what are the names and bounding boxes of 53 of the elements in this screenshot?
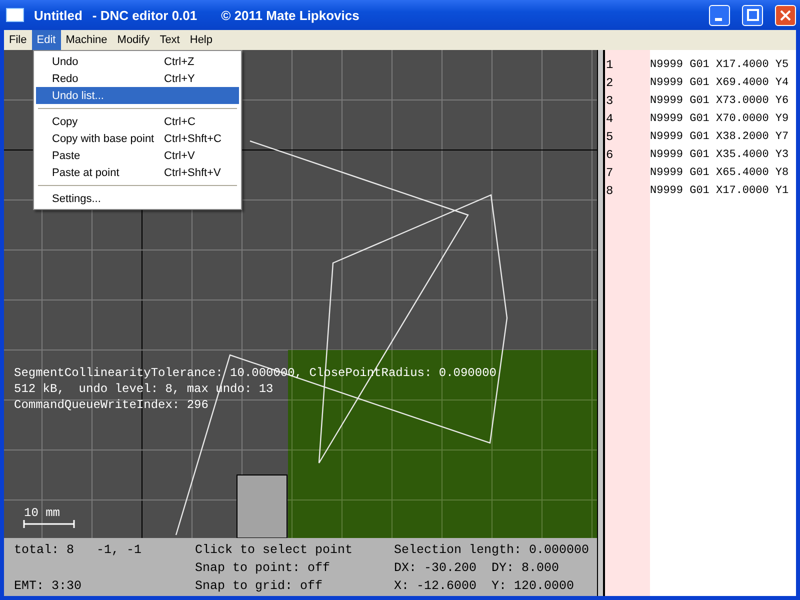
menu-item[interactable]: Modify: [112, 30, 155, 50]
info-text: CommandQueueWriteIndex: 296: [14, 397, 210, 413]
minimize-button[interactable]: [709, 4, 730, 26]
code-line: N9999 G01 X70.0000 Y9: [650, 113, 789, 125]
scale-label: 10 mm: [24, 506, 60, 520]
status-text: X: -12.6000 Y: 120.0000: [394, 578, 576, 595]
status-text: Snap to grid: off: [195, 578, 324, 595]
line-number: 7: [605, 166, 614, 180]
menu-item[interactable]: File: [4, 30, 32, 50]
code-line: N9999 G01 X69.4000 Y4: [650, 77, 789, 89]
line-number: 2: [605, 76, 614, 90]
app-icon: [6, 8, 24, 22]
line-number: 4: [605, 112, 614, 126]
status-text: Selection length: 0.000000: [394, 542, 590, 559]
line-number: 8: [605, 184, 614, 198]
menu-option[interactable]: Redo Ctrl+Y: [36, 70, 239, 87]
status-text: DX: -30.200 DY: 8.000: [394, 560, 560, 577]
menu-item[interactable]: Text: [154, 30, 185, 50]
menu-option[interactable]: Undo list...: [36, 87, 239, 104]
maximize-icon: [746, 9, 758, 21]
splitter[interactable]: [597, 50, 605, 596]
code-line: N9999 G01 X35.4000 Y3: [650, 149, 789, 161]
code-line: N9999 G01 X17.4000 Y5: [650, 59, 789, 71]
line-number: 6: [605, 148, 614, 162]
status-text: Click to select point: [195, 542, 354, 559]
maximize-button[interactable]: [742, 4, 763, 26]
close-icon: [780, 10, 791, 20]
code-line: N9999 G01 X38.2000 Y7: [650, 131, 789, 143]
menu-option[interactable]: Undo Ctrl+Z: [36, 53, 239, 70]
menu-option[interactable]: Paste Ctrl+V: [36, 147, 239, 164]
code-line: N9999 G01 X17.0000 Y1: [650, 185, 789, 197]
menu-option[interactable]: Settings...: [36, 190, 239, 207]
scale-bar: [23, 520, 75, 528]
status-text: EMT: 3:30: [14, 578, 83, 595]
menu-item[interactable]: Machine: [60, 30, 112, 50]
menu-option[interactable]: Paste at point Ctrl+Shft+V: [36, 164, 239, 181]
status-text: Snap to point: off: [195, 560, 332, 577]
code-line: N9999 G01 X65.4000 Y8: [650, 167, 789, 179]
line-number: 3: [605, 94, 614, 108]
line-number: 1: [605, 58, 614, 72]
minimize-icon: [714, 18, 722, 20]
window-title: - DNC editor 0.01: [92, 8, 198, 22]
status-text: total: 8 -1, -1: [14, 542, 143, 559]
line-number: 5: [605, 130, 614, 144]
window-title: Untitled: [34, 8, 82, 22]
close-button[interactable]: [775, 4, 796, 26]
menu-option[interactable]: Copy Ctrl+C: [36, 113, 239, 130]
menu-option[interactable]: Copy with base point Ctrl+Shft+C: [36, 130, 239, 147]
window-title: © 2011 Mate Lipkovics: [221, 8, 360, 22]
menu-item[interactable]: Edit: [32, 30, 61, 50]
menu-item[interactable]: Help: [184, 30, 218, 50]
code-line: N9999 G01 X73.0000 Y6: [650, 95, 789, 107]
drawing-canvas[interactable]: [4, 50, 597, 538]
